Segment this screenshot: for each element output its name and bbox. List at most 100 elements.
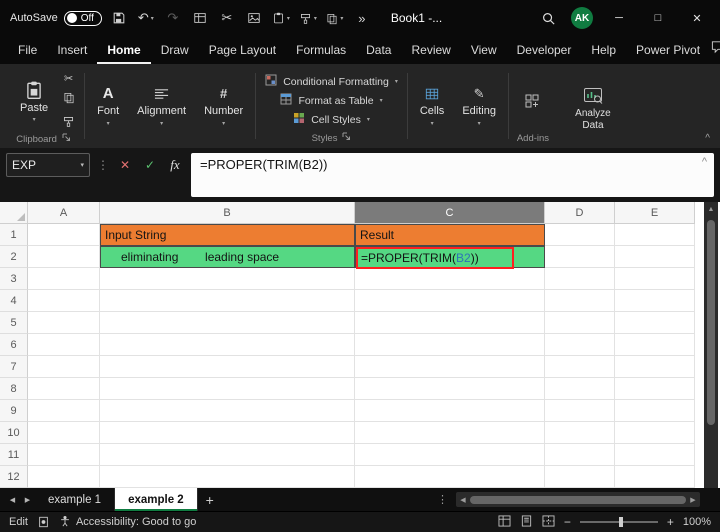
cell-A8[interactable] <box>28 378 100 400</box>
column-header-D[interactable]: D <box>545 202 615 224</box>
sheet-nav-left-icon[interactable]: ◀ <box>5 496 20 504</box>
cell-A3[interactable] <box>28 268 100 290</box>
cell-B12[interactable] <box>100 466 355 488</box>
cell-D11[interactable] <box>545 444 615 466</box>
cell-D4[interactable] <box>545 290 615 312</box>
minimize-button[interactable]: ─ <box>606 12 632 24</box>
cell-B11[interactable] <box>100 444 355 466</box>
search-icon[interactable] <box>538 6 558 30</box>
cell-A10[interactable] <box>28 422 100 444</box>
vertical-scroll-thumb[interactable] <box>707 220 715 425</box>
cell-A4[interactable] <box>28 290 100 312</box>
row-header-5[interactable]: 5 <box>0 312 28 334</box>
cell-D12[interactable] <box>545 466 615 488</box>
format-painter-icon[interactable]: ▾ <box>298 6 318 30</box>
page-break-view-icon[interactable] <box>542 514 555 530</box>
format-painter-icon[interactable] <box>62 115 75 133</box>
cell-B7[interactable] <box>100 356 355 378</box>
row-header-8[interactable]: 8 <box>0 378 28 400</box>
cell-C4[interactable] <box>355 290 545 312</box>
column-header-B[interactable]: B <box>100 202 355 224</box>
row-header-2[interactable]: 2 <box>0 246 28 268</box>
scroll-up-icon[interactable]: ▲ <box>708 204 715 216</box>
add-ins-button[interactable] <box>518 91 548 111</box>
cell-E2[interactable] <box>615 246 695 268</box>
horizontal-scroll-thumb[interactable] <box>470 495 686 504</box>
cell-D3[interactable] <box>545 268 615 290</box>
ribbon-tab-view[interactable]: View <box>461 38 507 64</box>
cell-E1[interactable] <box>615 224 695 246</box>
row-header-4[interactable]: 4 <box>0 290 28 312</box>
ribbon-tab-data[interactable]: Data <box>356 38 401 64</box>
format-as-table-button[interactable]: Format as Table ▾ <box>280 93 383 108</box>
cell-B9[interactable] <box>100 400 355 422</box>
cell-E8[interactable] <box>615 378 695 400</box>
cell-A12[interactable] <box>28 466 100 488</box>
cut-icon[interactable]: ✂ <box>217 6 237 30</box>
row-header-1[interactable]: 1 <box>0 224 28 246</box>
cell-B1[interactable]: Input String <box>100 224 355 246</box>
sheet-tab-menu-icon[interactable]: ⋮ <box>437 493 448 506</box>
sheet-tab-example-1[interactable]: example 1 <box>35 488 116 511</box>
row-header-6[interactable]: 6 <box>0 334 28 356</box>
normal-view-icon[interactable] <box>498 514 511 530</box>
qat-overflow-icon[interactable]: » <box>352 6 372 30</box>
cell-C2[interactable]: =PROPER(TRIM(B2)) <box>355 246 545 269</box>
undo-icon[interactable]: ↶ ▾ <box>136 6 156 30</box>
autosave-toggle[interactable]: AutoSave Off <box>10 10 102 26</box>
name-box[interactable]: EXP ▾ <box>6 153 90 177</box>
cell-B3[interactable] <box>100 268 355 290</box>
styles-dialog-launcher-icon[interactable] <box>342 132 351 144</box>
number-group-button[interactable]: # Number ▾ <box>195 64 252 148</box>
cell-D2[interactable] <box>545 246 615 268</box>
ribbon-tab-help[interactable]: Help <box>581 38 626 64</box>
maximize-button[interactable]: □ <box>645 12 671 24</box>
sheet-tab-example-2[interactable]: example 2 <box>115 488 198 511</box>
cell-B6[interactable] <box>100 334 355 356</box>
zoom-slider-thumb[interactable] <box>618 517 623 527</box>
cell-styles-button[interactable]: Cell Styles ▾ <box>293 112 370 127</box>
ribbon-tab-insert[interactable]: Insert <box>47 38 97 64</box>
editing-group-button[interactable]: ✎ Editing ▾ <box>453 64 505 148</box>
row-header-9[interactable]: 9 <box>0 400 28 422</box>
save-icon[interactable] <box>109 6 129 30</box>
zoom-in-icon[interactable]: + <box>667 515 674 529</box>
cell-E5[interactable] <box>615 312 695 334</box>
cell-D5[interactable] <box>545 312 615 334</box>
cell-E10[interactable] <box>615 422 695 444</box>
cell-A7[interactable] <box>28 356 100 378</box>
formula-input[interactable]: =PROPER(TRIM(B2)) ^ <box>191 153 714 197</box>
ribbon-tab-home[interactable]: Home <box>97 38 151 64</box>
cell-D10[interactable] <box>545 422 615 444</box>
cell-A2[interactable] <box>28 246 100 268</box>
column-header-C[interactable]: C <box>355 202 545 224</box>
cell-A9[interactable] <box>28 400 100 422</box>
comments-icon[interactable] <box>710 39 720 59</box>
cell-C6[interactable] <box>355 334 545 356</box>
select-all-corner[interactable] <box>0 202 28 224</box>
cell-D6[interactable] <box>545 334 615 356</box>
cell-C5[interactable] <box>355 312 545 334</box>
cell-E9[interactable] <box>615 400 695 422</box>
cell-D7[interactable] <box>545 356 615 378</box>
cell-E6[interactable] <box>615 334 695 356</box>
close-button[interactable]: ✕ <box>684 12 710 25</box>
zoom-level[interactable]: 100% <box>683 516 711 528</box>
formula-bar-resizer-icon[interactable]: ⋮ <box>97 153 109 177</box>
row-header-10[interactable]: 10 <box>0 422 28 444</box>
picture-icon[interactable] <box>244 6 264 30</box>
scroll-left-icon[interactable]: ◀ <box>458 496 468 504</box>
cell-E4[interactable] <box>615 290 695 312</box>
row-header-12[interactable]: 12 <box>0 466 28 488</box>
ribbon-tab-page-layout[interactable]: Page Layout <box>199 38 286 64</box>
cell-C9[interactable] <box>355 400 545 422</box>
zoom-out-icon[interactable]: − <box>564 515 571 529</box>
cut-icon[interactable]: ✂ <box>64 72 73 85</box>
cell-A6[interactable] <box>28 334 100 356</box>
zoom-slider[interactable] <box>579 517 658 527</box>
alignment-group-button[interactable]: Alignment ▾ <box>128 64 195 148</box>
row-header-11[interactable]: 11 <box>0 444 28 466</box>
cell-E12[interactable] <box>615 466 695 488</box>
scroll-right-icon[interactable]: ▶ <box>688 496 698 504</box>
ribbon-tab-power-pivot[interactable]: Power Pivot <box>626 38 710 64</box>
